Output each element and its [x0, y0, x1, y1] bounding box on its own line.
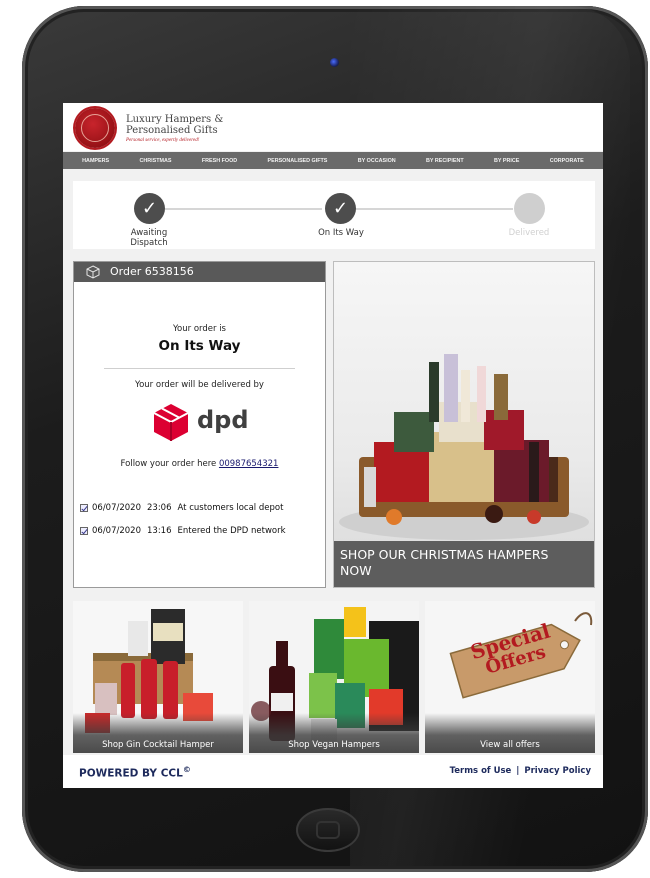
powered-by-ccl[interactable]: POWERED BY CCL© — [79, 765, 191, 780]
tile-caption: Shop Vegan Hampers — [249, 713, 419, 753]
event-time: 13:16 — [147, 526, 172, 536]
order-number-title: Order 6538156 — [110, 265, 194, 278]
progress-line-complete — [165, 208, 322, 210]
event-date: 06/07/2020 — [92, 503, 141, 513]
nav-item-by-price[interactable]: BY PRICE — [494, 158, 519, 164]
step-on-its-way-check-icon: ✓ — [325, 193, 356, 224]
privacy-policy-link[interactable]: Privacy Policy — [524, 766, 591, 776]
step-delivered-circle-icon — [514, 193, 545, 224]
view-offers-label: View all offers — [480, 740, 540, 750]
nav-item-personalised-gifts[interactable]: PERSONALISED GIFTS — [268, 158, 328, 164]
event-time: 23:06 — [147, 503, 172, 513]
link-separator: | — [516, 766, 520, 776]
dpd-wordmark: dpd — [197, 406, 249, 434]
checkbox-checked-icon — [80, 504, 88, 512]
tile-caption: Shop Gin Cocktail Hamper — [73, 713, 243, 753]
vegan-hampers-tile[interactable]: Shop Vegan Hampers — [249, 601, 419, 753]
christmas-hampers-banner[interactable]: SHOP OUR CHRISTMAS HAMPERS NOW — [333, 261, 595, 588]
special-offers-tile[interactable]: Special Offers View all offers — [425, 601, 595, 753]
brand-name-line1: Luxury Hampers & — [126, 114, 224, 125]
step-label-delivered: Delivered — [508, 228, 550, 238]
nav-item-hampers[interactable]: HAMPERS — [82, 158, 109, 164]
progress-line-pending — [353, 208, 513, 210]
step-awaiting-dispatch-check-icon: ✓ — [134, 193, 165, 224]
brand-seal-logo[interactable] — [75, 108, 115, 148]
order-header: Order 6538156 — [74, 262, 325, 282]
step-label-awaiting-dispatch: Awaiting Dispatch — [119, 228, 179, 248]
step-label-line2: Dispatch — [130, 238, 168, 248]
ccl-logo-text: CCL — [160, 767, 183, 780]
tracking-number-link[interactable]: 00987654321 — [219, 459, 279, 469]
nav-item-christmas[interactable]: CHRISTMAS — [139, 158, 171, 164]
banner-caption: SHOP OUR CHRISTMAS HAMPERS NOW — [334, 541, 594, 587]
front-camera — [330, 58, 339, 67]
package-icon — [86, 265, 100, 279]
nav-item-corporate[interactable]: CORPORATE — [550, 158, 584, 164]
order-status-panel: Order 6538156 Your order is On Its Way Y… — [73, 261, 326, 588]
delivered-by-text: Your order will be delivered by — [135, 380, 264, 390]
nav-item-fresh-food[interactable]: FRESH FOOD — [202, 158, 237, 164]
ccl-logo-mark-icon: © — [182, 765, 191, 774]
home-button[interactable] — [296, 808, 360, 852]
home-button-square-icon — [316, 821, 340, 839]
brand-tagline: Personal service, expertly delivered! — [126, 138, 200, 143]
tile-caption: View all offers — [425, 713, 595, 753]
powered-by-text: POWERED BY — [79, 767, 158, 780]
tracking-event-row: 06/07/2020 13:16 Entered the DPD network — [80, 526, 286, 536]
dpd-cube-logo-icon — [153, 404, 189, 441]
tracking-event-row: 06/07/2020 23:06 At customers local depo… — [80, 503, 283, 513]
terms-of-use-link[interactable]: Terms of Use — [450, 766, 512, 776]
main-nav: HAMPERS CHRISTMAS FRESH FOOD PERSONALISE… — [63, 152, 603, 169]
tracking-link-line: Follow your order here 00987654321 — [74, 459, 325, 469]
seal-ring — [81, 114, 109, 142]
step-label-on-its-way: On Its Way — [318, 228, 364, 238]
gin-hamper-label: Shop Gin Cocktail Hamper — [102, 740, 214, 750]
brand-name-line2: Personalised Gifts — [126, 125, 218, 136]
nav-item-by-recipient[interactable]: BY RECIPIENT — [426, 158, 464, 164]
footer-links: Terms of Use | Privacy Policy — [450, 766, 591, 776]
delivery-progress-tracker: ✓ Awaiting Dispatch ✓ On Its Way Deliver… — [73, 181, 595, 249]
order-status-text: On Its Way — [158, 338, 241, 354]
gin-cocktail-hamper-tile[interactable]: Shop Gin Cocktail Hamper — [73, 601, 243, 753]
follow-text: Follow your order here — [120, 459, 217, 469]
nav-item-by-occasion[interactable]: BY OCCASION — [358, 158, 396, 164]
step-label-line1: Awaiting — [130, 228, 168, 238]
status-intro-text: Your order is — [172, 324, 226, 334]
event-date: 06/07/2020 — [92, 526, 141, 536]
footer: POWERED BY CCL© Terms of Use | Privacy P… — [63, 755, 603, 788]
site-header: Luxury Hampers & Personalised Gifts Pers… — [63, 103, 603, 151]
vegan-hampers-label: Shop Vegan Hampers — [288, 740, 380, 750]
hamper-product-image — [339, 354, 589, 540]
event-description: Entered the DPD network — [177, 526, 286, 536]
shop-christmas-hampers-text: SHOP OUR CHRISTMAS HAMPERS NOW — [340, 547, 549, 578]
event-description: At customers local depot — [177, 503, 284, 513]
tablet-screen: Luxury Hampers & Personalised Gifts Pers… — [63, 103, 603, 788]
checkbox-checked-icon — [80, 527, 88, 535]
divider — [104, 368, 295, 369]
